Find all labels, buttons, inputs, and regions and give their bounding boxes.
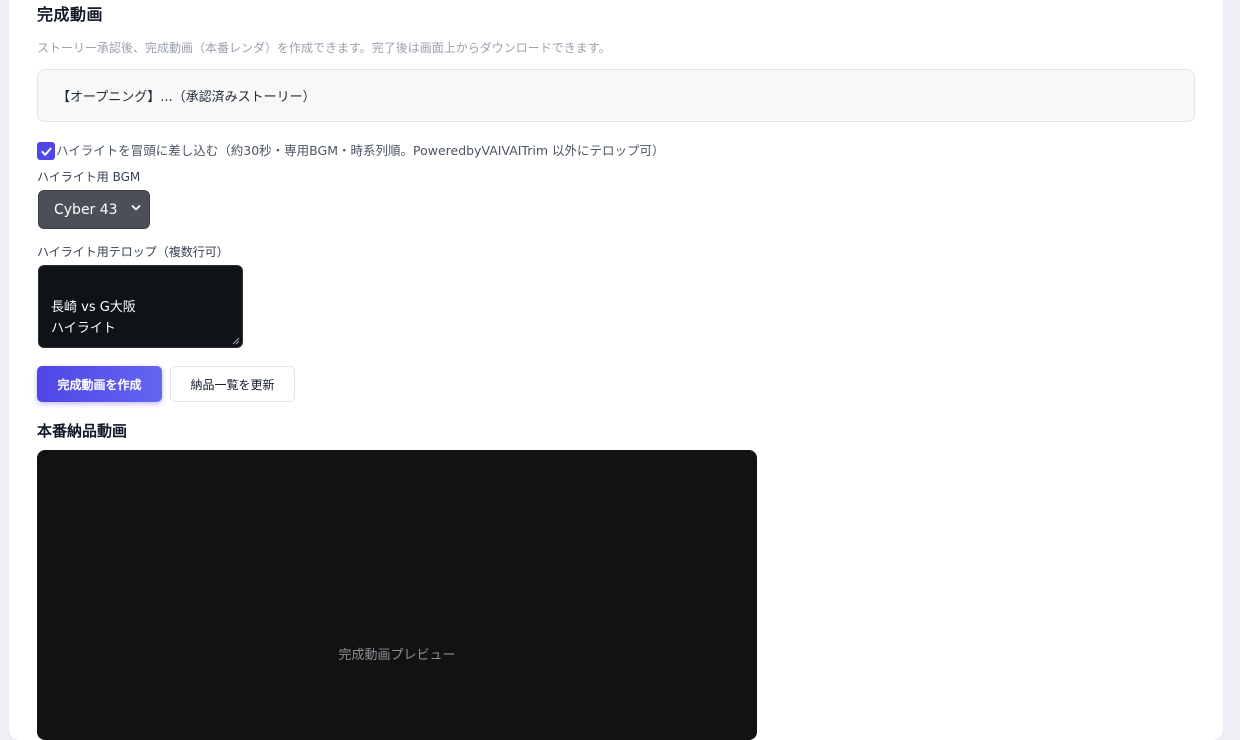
- bgm-selected-value: Cyber 43: [54, 201, 118, 218]
- refresh-deliveries-button[interactable]: 納品一覧を更新: [170, 366, 295, 402]
- approved-story-box: 【オープニング】...（承認済みストーリー）: [37, 69, 1195, 122]
- highlight-toggle[interactable]: ハイライトを冒頭に差し込む（約30秒・専用BGM・時系列順。PoweredbyV…: [37, 139, 665, 160]
- resize-grip-icon[interactable]: [232, 337, 240, 345]
- telop-label: ハイライト用テロップ（複数行可）: [37, 245, 229, 259]
- telop-textarea[interactable]: 長崎 vs G大阪 ハイライト: [38, 265, 243, 348]
- create-video-button[interactable]: 完成動画を作成: [37, 366, 162, 402]
- telop-text: 長崎 vs G大阪 ハイライト: [51, 300, 136, 336]
- delivery-title: 本番納品動画: [37, 422, 128, 440]
- approved-story-text: 【オープニング】...（承認済みストーリー）: [57, 90, 316, 105]
- bgm-select[interactable]: Cyber 43: [38, 190, 150, 229]
- check-icon: [40, 147, 52, 156]
- highlight-checkbox-label: ハイライトを冒頭に差し込む（約30秒・専用BGM・時系列順。PoweredbyV…: [56, 143, 665, 158]
- bgm-label: ハイライト用 BGM: [37, 170, 141, 184]
- video-preview-label: 完成動画プレビュー: [338, 648, 456, 663]
- section-description: ストーリー承認後、完成動画（本番レンダ）を作成できます。完了後は画面上からダウン…: [37, 41, 611, 55]
- section-title: 完成動画: [37, 5, 104, 24]
- highlight-checkbox[interactable]: [37, 142, 55, 160]
- video-preview[interactable]: 完成動画プレビュー: [37, 450, 757, 740]
- chevron-down-icon: [131, 205, 141, 211]
